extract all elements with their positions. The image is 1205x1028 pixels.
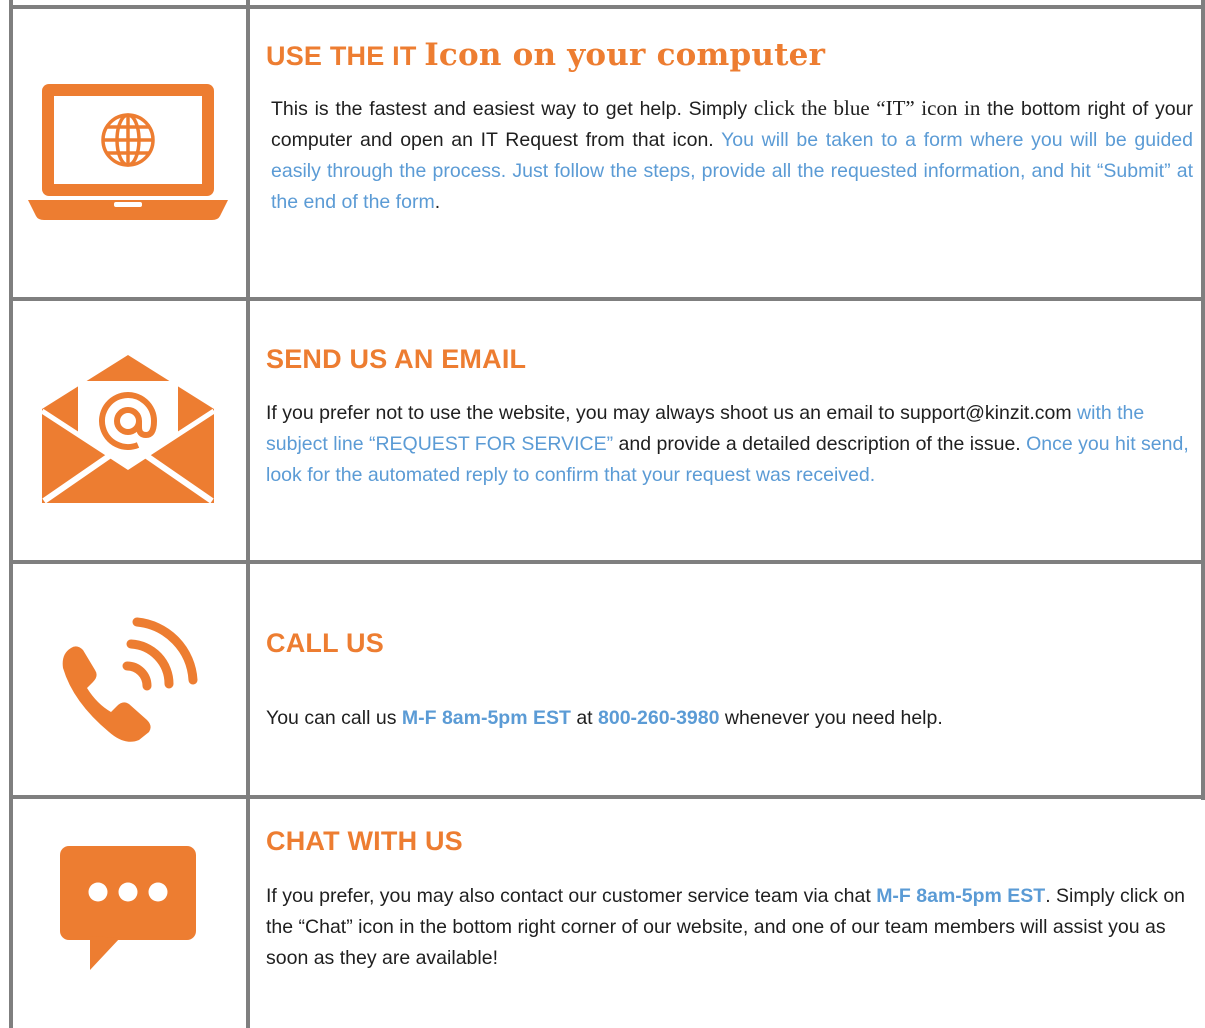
section-body: This is the fastest and easiest way to g… <box>271 93 1193 218</box>
section-title: USE THE IT Icon on your computer <box>266 37 825 73</box>
body-text: This is the fastest and easiest way to g… <box>271 98 754 120</box>
section-title: CHAT WITH US <box>266 826 463 856</box>
contact-options-table: USE THE IT Icon on your computer This is… <box>0 0 1205 1028</box>
phone-ringing-icon <box>10 564 246 795</box>
phone-number[interactable]: 800-260-3980 <box>598 707 719 729</box>
body-text-serif: click the blue “IT” icon in <box>753 96 981 120</box>
title-serif: Icon on your computer <box>424 37 826 73</box>
section-body: If you prefer not to use the website, yo… <box>266 398 1193 491</box>
body-text: If you prefer not to use the website, yo… <box>266 402 1072 424</box>
open-envelope-at-icon <box>10 301 246 560</box>
section-title: CALL US <box>266 628 384 658</box>
business-hours: M-F 8am-5pm EST <box>401 707 571 729</box>
section-email: SEND US AN EMAIL If you prefer not to us… <box>0 301 1205 560</box>
laptop-globe-icon <box>10 9 246 297</box>
section-call: CALL US You can call us M-F 8am-5pm EST … <box>0 564 1205 795</box>
section-title: SEND US AN EMAIL <box>266 344 527 374</box>
section-body: If you prefer, you may also contact our … <box>266 881 1193 974</box>
section-chat: CHAT WITH US If you prefer, you may also… <box>0 799 1205 1028</box>
body-text: If you prefer, you may also contact our … <box>266 885 877 907</box>
body-text: and provide a detailed description of th… <box>613 433 1027 455</box>
body-text: whenever you need help. <box>719 707 943 729</box>
chat-bubble-icon <box>10 799 246 1018</box>
section-body: You can call us M-F 8am-5pm EST at 800-2… <box>266 703 1193 734</box>
title-caps: USE THE IT <box>266 41 417 71</box>
body-text: . <box>434 191 441 213</box>
body-text: at <box>570 707 599 729</box>
section-it-icon: USE THE IT Icon on your computer This is… <box>0 9 1205 297</box>
business-hours: M-F 8am-5pm EST <box>876 885 1046 907</box>
body-text: You can call us <box>266 707 402 729</box>
